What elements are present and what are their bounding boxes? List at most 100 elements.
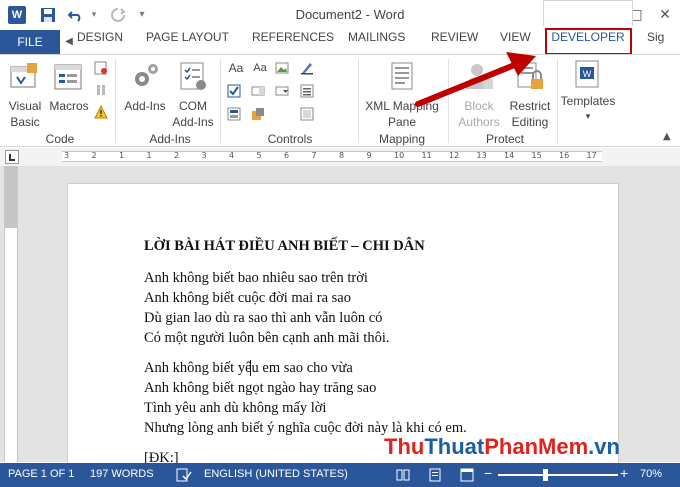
undo-icon[interactable] <box>66 5 86 25</box>
ruler-number: 10 <box>394 151 405 160</box>
proofing-icon[interactable] <box>176 468 192 482</box>
collapse-ribbon-icon[interactable]: ▲ <box>663 131 671 142</box>
lyric-line[interactable]: Dù gian lao dù ra sao thì anh vẫn luôn c… <box>144 308 382 328</box>
com-add-ins-label: COM <box>179 99 207 113</box>
tab-selector-icon[interactable] <box>5 150 19 164</box>
mapping-group-label: Mapping <box>378 132 426 146</box>
document-heading[interactable]: LỜI BÀI HÁT ĐIỀU ANH BIẾT – CHI DÂN <box>144 236 425 256</box>
ruler-number: 14 <box>504 151 515 160</box>
combo-box-control-icon[interactable] <box>251 84 265 98</box>
xml-mapping-pane-button[interactable]: XML Mapping Pane <box>362 59 442 129</box>
record-macro-icon[interactable] <box>94 61 108 75</box>
lyric-line[interactable]: Anh không biết ngọt ngào hay trăng sao <box>144 378 376 398</box>
picture-control-icon[interactable] <box>275 61 289 75</box>
tab-file[interactable]: FILE <box>0 30 60 54</box>
ruler-number: 3 <box>201 151 207 160</box>
tab-design[interactable]: DESIGN <box>77 30 123 54</box>
macros-icon <box>54 64 82 90</box>
building-block-control-icon[interactable] <box>227 107 241 121</box>
status-bar: PAGE 1 OF 1 197 WORDS ENGLISH (UNITED ST… <box>0 463 680 487</box>
block-authors-icon <box>466 64 493 89</box>
ruler-number: 8 <box>339 151 345 160</box>
macro-security-icon[interactable] <box>94 105 108 119</box>
lyric-line[interactable]: Anh không biết cuộc đời mai ra sao <box>144 288 351 308</box>
zoom-slider[interactable] <box>498 474 618 476</box>
lyric-line[interactable]: Anh không biết yêu em sao cho vừa <box>144 358 353 378</box>
zoom-level[interactable]: 70% <box>640 468 662 480</box>
templates-button[interactable]: W Templates ▾ <box>558 59 618 129</box>
tab-review[interactable]: REVIEW <box>431 30 478 54</box>
pause-recording-icon[interactable] <box>94 83 108 97</box>
redo-icon[interactable] <box>108 5 128 25</box>
com-add-ins-button[interactable]: COM Add-Ins <box>170 59 216 129</box>
word-count-status[interactable]: 197 WORDS <box>90 468 154 480</box>
web-layout-icon[interactable] <box>460 468 474 482</box>
word-app-icon[interactable]: W <box>8 6 26 24</box>
controls-group-label: Controls <box>267 132 313 146</box>
tabs-scroll-left-icon[interactable]: ◀ <box>64 33 74 51</box>
com-add-ins-label-2: Add-Ins <box>172 115 214 129</box>
ruler-number: 1 <box>146 151 152 160</box>
tab-overflow[interactable]: Sig <box>647 30 664 54</box>
ruler-number: 4 <box>229 151 235 160</box>
ruler-number: 2 <box>174 151 180 160</box>
ruler-track[interactable] <box>62 151 602 162</box>
ruler-number: 15 <box>531 151 542 160</box>
tab-references[interactable]: REFERENCES <box>252 30 334 54</box>
design-mode-icon[interactable] <box>300 61 314 75</box>
visual-basic-label: Visual <box>8 99 42 113</box>
visual-basic-icon <box>10 63 37 88</box>
templates-label: Templates <box>560 94 616 108</box>
plain-text-control-button[interactable]: Aa <box>251 61 269 76</box>
templates-dropdown-icon: ▾ <box>585 111 591 121</box>
zoom-in-button[interactable]: + <box>620 465 628 481</box>
xml-mapping-icon <box>391 62 413 90</box>
language-status[interactable]: ENGLISH (UNITED STATES) <box>204 468 348 480</box>
zoom-slider-thumb[interactable] <box>543 469 548 481</box>
ribbon: Visual Basic Macros Code Add-Ins COM Add… <box>0 54 680 147</box>
vertical-ruler[interactable] <box>4 166 18 462</box>
restrict-editing-label: Restrict <box>509 99 551 113</box>
ruler-number: 2 <box>91 151 97 160</box>
ruler-number: 1 <box>119 151 125 160</box>
group-icon[interactable] <box>300 107 314 121</box>
ruler-number: 9 <box>366 151 372 160</box>
lyric-line[interactable]: Có một người luôn bên cạnh anh mãi thôi. <box>144 328 389 348</box>
code-group-label: Code <box>45 132 75 146</box>
macros-button[interactable]: Macros <box>48 59 90 129</box>
block-authors-label-2: Authors <box>458 115 500 129</box>
page-count-status[interactable]: PAGE 1 OF 1 <box>8 468 74 480</box>
ruler-number: 11 <box>421 151 432 160</box>
visual-basic-label-2: Basic <box>10 115 40 129</box>
developer-tab-highlight-box <box>545 28 632 55</box>
check-box-control-icon[interactable] <box>227 84 241 98</box>
undo-dropdown-icon[interactable]: ▾ <box>88 5 100 25</box>
lyric-line[interactable]: Tình yêu anh dù không mấy lời <box>144 398 326 418</box>
drop-down-list-icon[interactable] <box>275 84 289 98</box>
visual-basic-button[interactable]: Visual Basic <box>4 59 46 129</box>
tab-mailings[interactable]: MAILINGS <box>348 30 405 54</box>
restrict-editing-icon <box>517 62 543 89</box>
group-separator <box>358 59 359 143</box>
print-layout-icon[interactable] <box>428 468 442 482</box>
rich-text-control-button[interactable]: Aa <box>227 61 245 76</box>
ruler-number: 12 <box>449 151 460 160</box>
block-authors-button[interactable]: Block Authors <box>452 59 506 129</box>
properties-icon[interactable] <box>300 84 314 98</box>
save-icon[interactable] <box>38 5 58 25</box>
read-mode-icon[interactable] <box>396 468 410 482</box>
tab-page-layout[interactable]: PAGE LAYOUT <box>146 30 229 54</box>
tab-view[interactable]: VIEW <box>500 30 531 54</box>
add-ins-button[interactable]: Add-Ins <box>120 59 170 129</box>
customize-qat-icon[interactable]: ▾ <box>136 5 148 25</box>
zoom-out-button[interactable]: − <box>484 465 492 481</box>
add-ins-label: Add-Ins <box>124 99 166 113</box>
window-title: Document2 - Word <box>295 7 405 22</box>
close-button[interactable]: ✕ <box>653 4 677 26</box>
lyric-line[interactable]: Anh không biết bao nhiêu sao trên trời <box>144 268 368 288</box>
text-cursor <box>250 360 251 376</box>
legacy-tools-icon[interactable] <box>251 107 265 121</box>
restrict-editing-button[interactable]: Restrict Editing <box>506 59 554 129</box>
ruler-number: 6 <box>284 151 290 160</box>
add-ins-group-label: Add-Ins <box>149 132 191 146</box>
